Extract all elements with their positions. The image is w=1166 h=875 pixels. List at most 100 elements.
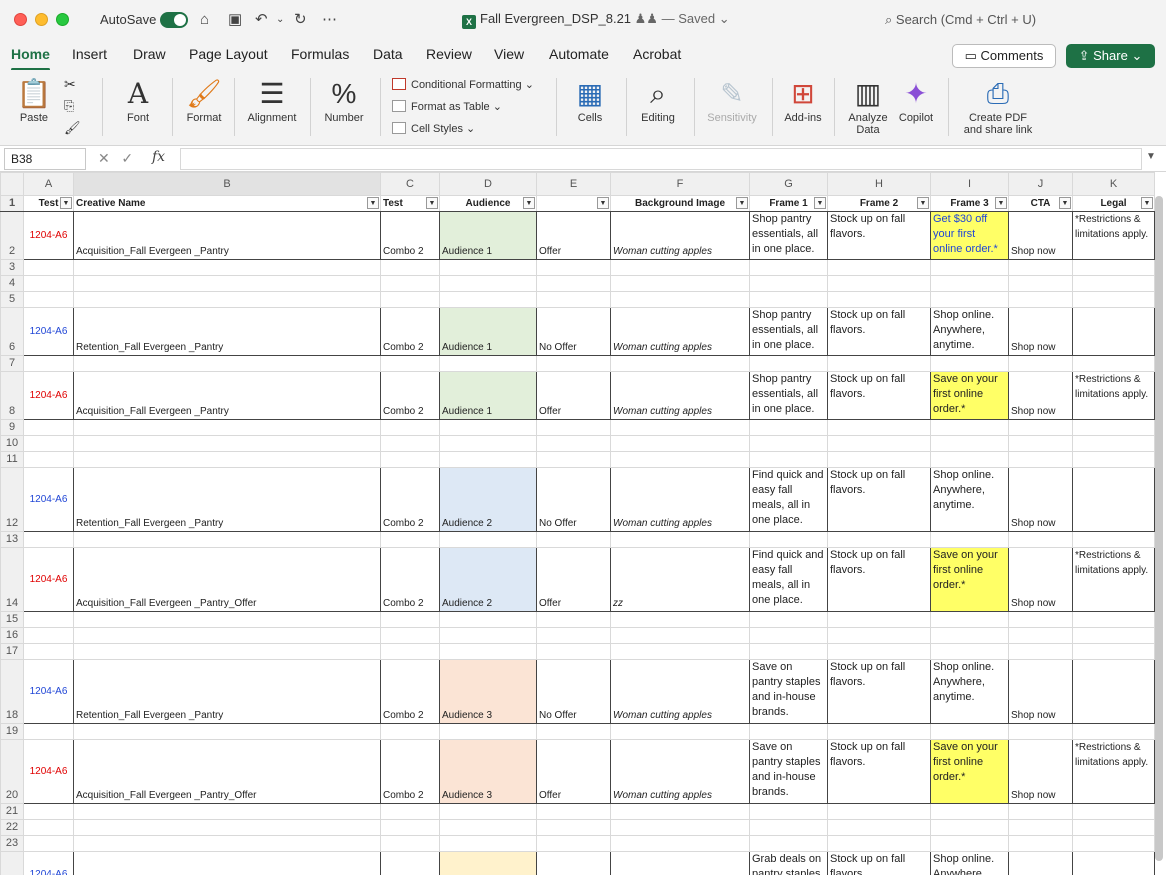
cell-i[interactable]: [930, 835, 1009, 852]
cell-c[interactable]: [380, 851, 440, 875]
cell-j[interactable]: [1008, 851, 1073, 875]
cell-g[interactable]: Grab deals on pantry staples, all in one: [749, 851, 828, 875]
cell-k[interactable]: [1072, 627, 1155, 644]
cell-f[interactable]: Woman cutting apples: [610, 211, 750, 260]
cell-k[interactable]: *Restrictions & limitations apply.: [1072, 211, 1155, 260]
cell-k[interactable]: [1072, 643, 1155, 660]
filter-dropdown-icon[interactable]: ▼: [814, 197, 826, 209]
cell-i[interactable]: [930, 355, 1009, 372]
cell-c[interactable]: Combo 2: [380, 371, 440, 420]
cell-e[interactable]: [536, 835, 611, 852]
formula-cancel-confirm-icons[interactable]: ✕ ✓: [98, 150, 133, 167]
row-header[interactable]: 12: [0, 467, 24, 532]
cell-h[interactable]: [827, 723, 931, 740]
cell-h[interactable]: [827, 291, 931, 308]
cell-e[interactable]: [536, 355, 611, 372]
cell-d[interactable]: [439, 291, 537, 308]
cell-k[interactable]: [1072, 819, 1155, 836]
cell-b[interactable]: [73, 803, 381, 820]
vertical-scrollbar[interactable]: [1155, 196, 1163, 861]
row-header[interactable]: 9: [0, 419, 24, 436]
cell-d[interactable]: Audience 3: [439, 659, 537, 724]
tab-view[interactable]: View: [494, 46, 524, 62]
filter-dropdown-icon[interactable]: ▼: [1141, 197, 1153, 209]
cell-c[interactable]: [380, 355, 440, 372]
cell-f[interactable]: [610, 643, 750, 660]
cell-g[interactable]: [749, 275, 828, 292]
column-header[interactable]: K: [1072, 172, 1155, 196]
cell-d[interactable]: [439, 451, 537, 468]
cell-e[interactable]: [536, 643, 611, 660]
cell-g[interactable]: [749, 819, 828, 836]
cell-c[interactable]: [380, 835, 440, 852]
cell-c[interactable]: [380, 643, 440, 660]
cell-f[interactable]: Woman cutting apples: [610, 659, 750, 724]
cell-g[interactable]: Save on pantry staples and in-house bran…: [749, 739, 828, 804]
cell-h[interactable]: [827, 611, 931, 628]
cell-a[interactable]: [23, 275, 74, 292]
filter-dropdown-icon[interactable]: ▼: [60, 197, 72, 209]
filter-dropdown-icon[interactable]: ▼: [523, 197, 535, 209]
cell-b[interactable]: Retention_Fall Evergeen _Pantry: [73, 659, 381, 724]
cell-j[interactable]: [1008, 275, 1073, 292]
cell-f[interactable]: zz: [610, 547, 750, 612]
column-header[interactable]: A: [23, 172, 74, 196]
filter-dropdown-icon[interactable]: ▼: [995, 197, 1007, 209]
cell-e[interactable]: [536, 259, 611, 276]
header-cell-creative-name[interactable]: Creative Name ▼: [73, 195, 381, 212]
header-cell-e[interactable]: ▼: [536, 195, 611, 212]
header-cell-legal[interactable]: Legal ▼: [1072, 195, 1155, 212]
document-title[interactable]: X Fall Evergreen_DSP_8.21 ♟♟ — Saved ⌄: [462, 11, 730, 29]
cell-b[interactable]: Acquisition_Fall Evergeen _Pantry_Offer: [73, 547, 381, 612]
filter-dropdown-icon[interactable]: ▼: [367, 197, 379, 209]
cell-h[interactable]: Stock up on fall flavors.: [827, 739, 931, 804]
cell-a[interactable]: [23, 435, 74, 452]
cell-c[interactable]: [380, 611, 440, 628]
copy-icon[interactable]: ⎘: [64, 98, 74, 114]
row-header[interactable]: 14: [0, 547, 24, 612]
cell-b[interactable]: [73, 355, 381, 372]
cell-i[interactable]: Save on your first online order.*: [930, 739, 1009, 804]
cell-f[interactable]: [610, 531, 750, 548]
cell-g[interactable]: Save on pantry staples and in-house bran…: [749, 659, 828, 724]
cell-g[interactable]: [749, 627, 828, 644]
cell-i[interactable]: [930, 819, 1009, 836]
cell-f[interactable]: [610, 419, 750, 436]
row-header[interactable]: 18: [0, 659, 24, 724]
cell-a[interactable]: 1204-A6: [23, 211, 74, 260]
cell-e[interactable]: Offer: [536, 371, 611, 420]
cell-h[interactable]: [827, 627, 931, 644]
tab-data[interactable]: Data: [373, 46, 403, 62]
cell-c[interactable]: Combo 2: [380, 547, 440, 612]
search-input[interactable]: ⌕ Search (Cmd + Ctrl + U): [885, 12, 1036, 28]
autosave-toggle[interactable]: [160, 12, 188, 28]
cell-b[interactable]: [73, 259, 381, 276]
cell-h[interactable]: Stock up on fall flavors.: [827, 211, 931, 260]
cell-f[interactable]: [610, 275, 750, 292]
cell-e[interactable]: [536, 291, 611, 308]
cell-k[interactable]: *Restrictions & limitations apply.: [1072, 371, 1155, 420]
column-header[interactable]: B: [73, 172, 381, 196]
cell-i[interactable]: [930, 259, 1009, 276]
cell-h[interactable]: Stock up on fall flavors.: [827, 307, 931, 356]
cell-d[interactable]: [439, 643, 537, 660]
cell-h[interactable]: [827, 819, 931, 836]
cell-h[interactable]: [827, 451, 931, 468]
cell-i[interactable]: Shop online. Anywhere, anytime.: [930, 307, 1009, 356]
cell-d[interactable]: [439, 531, 537, 548]
cell-f[interactable]: [610, 291, 750, 308]
formula-input[interactable]: [180, 148, 1142, 170]
cell-b[interactable]: [73, 819, 381, 836]
analyze-data-button[interactable]: ▥ Analyze Data: [842, 76, 894, 136]
tab-draw[interactable]: Draw: [133, 46, 166, 62]
cell-e[interactable]: [536, 803, 611, 820]
cell-a[interactable]: [23, 819, 74, 836]
row-header[interactable]: 22: [0, 819, 24, 836]
cell-g[interactable]: [749, 259, 828, 276]
cell-i[interactable]: [930, 611, 1009, 628]
cell-j[interactable]: Shop now: [1008, 547, 1073, 612]
cell-j[interactable]: [1008, 355, 1073, 372]
cell-d[interactable]: Audience 1: [439, 211, 537, 260]
cell-k[interactable]: [1072, 435, 1155, 452]
cell-d[interactable]: [439, 275, 537, 292]
